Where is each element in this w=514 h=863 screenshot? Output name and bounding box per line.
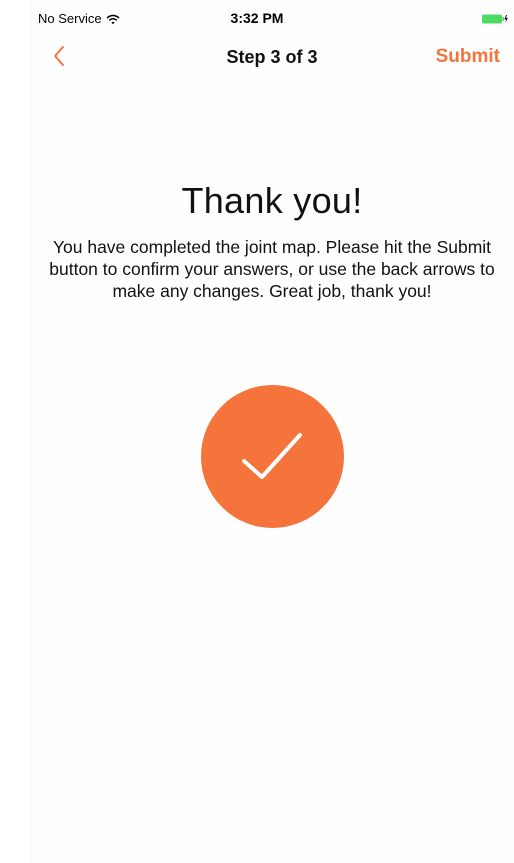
submit-button[interactable]: Submit bbox=[436, 46, 500, 68]
thank-you-heading: Thank you! bbox=[181, 180, 363, 221]
success-badge bbox=[201, 385, 344, 528]
completion-screen: No Service 3:32 PM Step 3 of 3 Submit Th… bbox=[0, 0, 514, 863]
completion-content: Thank you! You have completed the joint … bbox=[30, 180, 514, 302]
navigation-bar: Step 3 of 3 Submit bbox=[30, 32, 514, 82]
left-margin bbox=[0, 0, 31, 863]
status-bar: No Service 3:32 PM bbox=[0, 0, 514, 32]
battery-charging-icon bbox=[482, 12, 508, 24]
status-time: 3:32 PM bbox=[230, 10, 284, 26]
completion-message: You have completed the joint map. Please… bbox=[49, 237, 495, 301]
checkmark-icon bbox=[241, 432, 302, 479]
